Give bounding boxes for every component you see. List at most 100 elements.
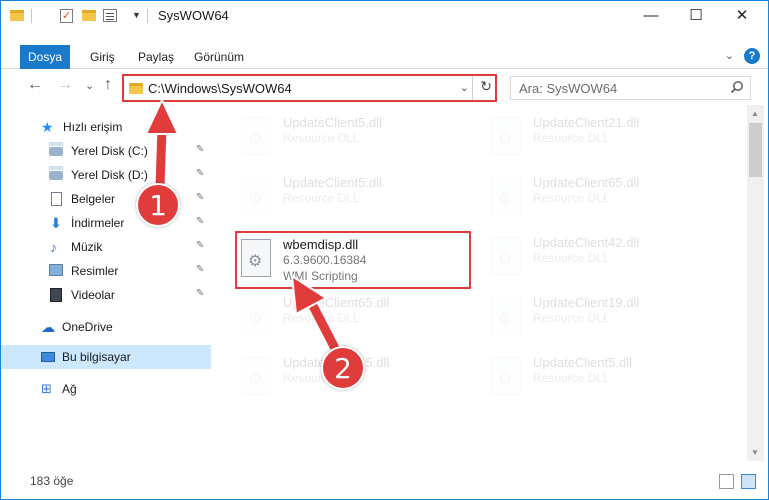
address-dropdown-icon[interactable]: ⌄ (460, 81, 469, 94)
new-folder-icon[interactable] (82, 10, 96, 21)
file-tile-wbemdisp[interactable]: wbemdisp.dll 6.3.9600.16384 WMI Scriptin… (235, 231, 471, 289)
pictures-icon (49, 264, 63, 276)
file-name: UpdateClient21.dll (533, 115, 640, 130)
expand-ribbon-icon[interactable]: ⌄ (725, 49, 734, 62)
file-tile[interactable]: UpdateClient19.dll Resource DLL (487, 291, 717, 345)
file-tile[interactable]: UpdateClient42.dll Resource DLL (487, 231, 717, 285)
sidebar-item-label: Bu bilgisayar (62, 350, 131, 364)
divider (31, 9, 32, 23)
address-path[interactable]: C:\Windows\SysWOW64 (148, 81, 292, 96)
computer-icon (41, 352, 55, 362)
folder-icon (10, 10, 24, 21)
dll-file-icon (491, 117, 521, 155)
search-icon[interactable] (730, 80, 744, 94)
quick-access-dropdown-icon[interactable]: ▼ (132, 10, 141, 20)
customize-toolbar-icon[interactable] (103, 9, 117, 22)
file-description: Resource DLL (533, 251, 610, 265)
properties-check-icon[interactable]: ✓ (60, 9, 73, 23)
file-tile[interactable]: UpdateClient65.dll Resource DLL (487, 171, 717, 225)
details-view-icon[interactable] (719, 474, 734, 489)
videos-icon (50, 288, 62, 302)
scroll-up-icon[interactable]: ▲ (751, 109, 759, 118)
pin-icon: ✎ (196, 192, 205, 203)
pin-icon: ✎ (196, 168, 205, 179)
status-bar: 183 öğe (1, 469, 768, 499)
tab-gorunum[interactable]: Görünüm (184, 45, 254, 69)
file-name: UpdateClient5.dll (533, 355, 633, 370)
step-1-badge: 1 (136, 183, 180, 227)
search-box[interactable]: Ara: SysWOW64 (510, 76, 751, 100)
file-description: WMI Scripting (283, 269, 358, 283)
sidebar-item-videos[interactable]: Videolar ✎ (1, 283, 211, 307)
sidebar-item-music[interactable]: ♪ Müzik ✎ (1, 235, 211, 259)
file-tile[interactable]: UpdateClient5.dll Resource DLL (237, 111, 467, 165)
sidebar-item-disk-d[interactable]: Yerel Disk (D:) ✎ (1, 163, 211, 187)
file-name: UpdateClient19.dll (533, 295, 640, 310)
sidebar-item-label: Müzik (71, 240, 103, 254)
tab-paylas[interactable]: Paylaş (128, 45, 184, 69)
sidebar-item-label: Yerel Disk (C:) (71, 144, 148, 158)
file-description: Resource DLL (533, 311, 610, 325)
scroll-down-icon[interactable]: ▼ (751, 448, 759, 457)
file-description: Resource DLL (283, 191, 360, 205)
step-2-badge: 2 (321, 346, 365, 390)
sidebar-item-network[interactable]: ⊞ Ağ (1, 377, 211, 401)
explorer-window: ✓ ▼ SysWOW64 — ☐ ✕ Dosya Giriş Paylaş Gö… (0, 0, 769, 500)
sidebar-item-label: Videolar (71, 288, 115, 302)
window-title: SysWOW64 (158, 8, 229, 23)
scroll-thumb[interactable] (749, 123, 762, 177)
file-tile[interactable]: UpdateClient21.dll Resource DLL (487, 111, 717, 165)
file-description: Resource DLL (283, 311, 360, 325)
pin-icon: ✎ (196, 240, 205, 251)
large-icons-view-icon[interactable] (741, 474, 756, 489)
recent-locations-icon[interactable]: ⌄ (85, 79, 94, 92)
sidebar-item-quick-access[interactable]: ★ Hızlı erişim (1, 115, 211, 139)
minimize-button[interactable]: — (628, 1, 674, 31)
vertical-scrollbar[interactable]: ▲ ▼ (747, 105, 764, 461)
star-icon: ★ (41, 119, 54, 135)
divider (472, 76, 473, 100)
item-count: 183 öğe (30, 474, 74, 488)
sidebar-item-pictures[interactable]: Resimler ✎ (1, 259, 211, 283)
sidebar-item-label: Yerel Disk (D:) (71, 168, 148, 182)
refresh-button[interactable]: ↻ (480, 78, 492, 95)
navigation-pane: ★ Hızlı erişim Yerel Disk (C:) ✎ Yerel D… (1, 111, 211, 461)
back-button[interactable]: ← (27, 76, 43, 94)
sidebar-item-onedrive[interactable]: ☁ OneDrive (1, 315, 211, 339)
file-name: UpdateClient5.dll (283, 115, 383, 130)
forward-button[interactable]: → (57, 76, 73, 94)
close-button[interactable]: ✕ (719, 1, 765, 31)
file-tile[interactable]: UpdateClient65.dll Resource DLL (237, 291, 467, 345)
dll-file-icon (491, 237, 521, 275)
file-tile[interactable]: UpdateClient5.dll Resource DLL (237, 171, 467, 225)
search-placeholder[interactable]: Ara: SysWOW64 (519, 81, 617, 96)
file-description: Resource DLL (283, 131, 360, 145)
drive-icon (49, 166, 63, 180)
cloud-icon: ☁ (41, 319, 55, 335)
file-version: 6.3.9600.16384 (283, 253, 367, 267)
help-button[interactable]: ? (744, 48, 760, 64)
pin-icon: ✎ (196, 216, 205, 227)
sidebar-item-label: Belgeler (71, 192, 116, 206)
pin-icon: ✎ (196, 264, 205, 275)
sidebar-item-downloads[interactable]: ⬇ İndirmeler ✎ (1, 211, 211, 235)
ribbon-tabs: Dosya Giriş Paylaş Görünüm ⌄ ? (1, 45, 768, 69)
maximize-button[interactable]: ☐ (673, 1, 719, 31)
sidebar-item-disk-c[interactable]: Yerel Disk (C:) ✎ (1, 139, 211, 163)
file-name: UpdateClient65.dll (283, 295, 390, 310)
up-button[interactable]: ↑ (104, 76, 112, 94)
sidebar-item-label: Resimler (71, 264, 119, 278)
dll-file-icon (491, 357, 521, 395)
file-tile[interactable]: UpdateClient5.dll Resource DLL (487, 351, 717, 405)
dll-file-icon (491, 177, 521, 215)
sidebar-item-this-pc[interactable]: Bu bilgisayar (1, 345, 211, 369)
address-bar[interactable]: C:\Windows\SysWOW64 ⌄ ↻ (122, 74, 497, 102)
music-icon: ♪ (50, 239, 57, 255)
drive-icon (49, 142, 63, 156)
file-description: Resource DLL (533, 371, 610, 385)
tab-dosya[interactable]: Dosya (20, 45, 70, 69)
tab-giris[interactable]: Giriş (80, 45, 125, 69)
divider (147, 9, 148, 23)
sidebar-item-label: OneDrive (62, 320, 113, 334)
file-description: Resource DLL (533, 131, 610, 145)
